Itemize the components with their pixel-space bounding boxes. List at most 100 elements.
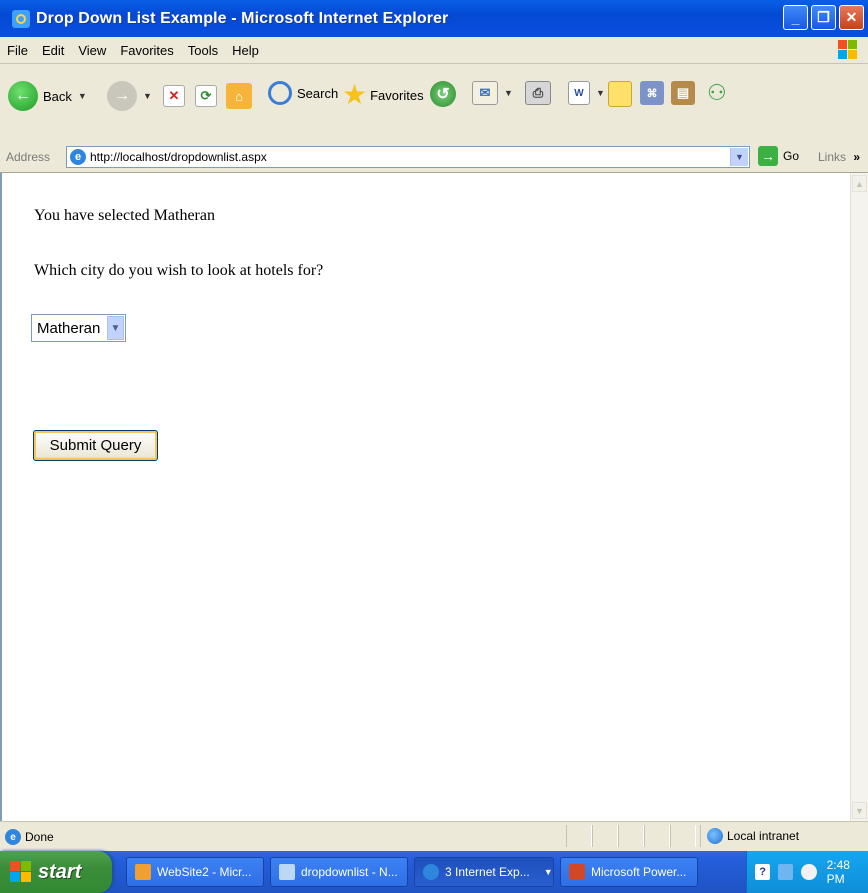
- search-label: Search: [297, 85, 339, 101]
- minimize-button[interactable]: _: [783, 5, 808, 30]
- chevron-down-icon: ▼: [143, 91, 152, 101]
- go-button[interactable]: → Go: [758, 146, 799, 166]
- history-button[interactable]: ↺: [430, 81, 456, 107]
- go-arrow-icon: →: [758, 146, 778, 166]
- mail-icon: ✉: [472, 81, 498, 105]
- refresh-icon: ⟳: [195, 85, 217, 107]
- submit-query-button[interactable]: Submit Query: [33, 430, 158, 461]
- chevron-down-icon: ▼: [543, 867, 553, 877]
- status-done-label: Done: [25, 830, 54, 844]
- address-label: Address: [6, 150, 51, 164]
- chevron-down-icon[interactable]: ▼: [730, 148, 748, 166]
- windows-flag-icon: [10, 861, 32, 883]
- start-button[interactable]: start: [0, 851, 112, 893]
- print-icon: ⎙: [525, 81, 551, 105]
- notepad-icon: [279, 864, 295, 880]
- ie-page-icon: e: [70, 149, 86, 165]
- window-title: Drop Down List Example - Microsoft Inter…: [36, 9, 449, 27]
- menu-bar: File Edit View Favorites Tools Help: [0, 37, 868, 64]
- selection-message: You have selected Matheran: [34, 207, 215, 224]
- messenger-button[interactable]: ⚇: [707, 81, 727, 105]
- task-label: 3 Internet Exp...: [445, 865, 530, 879]
- search-icon: [268, 81, 292, 105]
- windows-logo-icon: [838, 40, 858, 60]
- standard-toolbar: ← Back ▼ → ▼ ✕ ⟳ ⌂ Search ★ Favorites ↺ …: [0, 64, 868, 143]
- system-tray: ? 2:48 PM: [746, 851, 868, 893]
- taskbar-item-notepad[interactable]: dropdownlist - N...: [270, 857, 408, 887]
- close-icon: ✕: [845, 9, 858, 25]
- discuss-button[interactable]: [608, 81, 632, 107]
- page-content: You have selected Matheran Which city do…: [0, 173, 850, 821]
- city-dropdown-value: Matheran: [37, 319, 101, 337]
- word-edit-icon: W: [568, 81, 590, 105]
- chevron-down-icon: ▼: [77, 91, 87, 101]
- taskbar-item-website2[interactable]: WebSite2 - Micr...: [126, 857, 264, 887]
- links-button[interactable]: Links »: [818, 150, 860, 164]
- address-url[interactable]: http://localhost/dropdownlist.aspx: [90, 150, 267, 164]
- menu-file[interactable]: File: [0, 43, 35, 58]
- speaker-icon[interactable]: [801, 864, 817, 880]
- refresh-button[interactable]: ⟳: [195, 85, 217, 107]
- network-icon[interactable]: [778, 864, 794, 880]
- powerpoint-icon: [569, 864, 585, 880]
- edit-button[interactable]: W ▼: [568, 81, 605, 105]
- chevron-down-icon: ▼: [596, 88, 605, 98]
- chevron-down-icon: ▼: [504, 88, 513, 98]
- title-bar[interactable]: Drop Down List Example - Microsoft Inter…: [0, 0, 868, 37]
- status-bar: e Done Local intranet: [0, 821, 868, 851]
- home-button[interactable]: ⌂: [226, 83, 252, 109]
- start-label: start: [38, 860, 82, 883]
- back-arrow-icon: ←: [8, 81, 38, 111]
- chevron-down-icon[interactable]: ▼: [107, 316, 124, 340]
- home-icon: ⌂: [226, 83, 252, 109]
- minimize-icon: _: [791, 9, 800, 26]
- stop-button[interactable]: ✕: [163, 85, 185, 107]
- messenger-icon: ⚇: [707, 80, 727, 105]
- restore-icon: ❐: [817, 9, 830, 25]
- ie-window-icon[interactable]: [12, 9, 30, 28]
- mail-button[interactable]: ✉ ▼: [472, 81, 513, 105]
- scroll-up-icon[interactable]: ▲: [852, 175, 867, 192]
- menu-favorites[interactable]: Favorites: [113, 43, 180, 58]
- stop-icon: ✕: [163, 85, 185, 107]
- visual-studio-icon: [135, 864, 151, 880]
- clock[interactable]: 2:48 PM: [827, 858, 868, 886]
- menu-help[interactable]: Help: [225, 43, 266, 58]
- maximize-button[interactable]: ❐: [811, 5, 836, 30]
- forward-button[interactable]: → ▼: [107, 81, 152, 111]
- menu-tools[interactable]: Tools: [181, 43, 225, 58]
- print-button[interactable]: ⎙: [525, 81, 551, 105]
- task-label: WebSite2 - Micr...: [157, 865, 252, 879]
- scroll-down-icon[interactable]: ▼: [852, 802, 867, 819]
- security-zone: Local intranet: [700, 825, 799, 847]
- help-icon[interactable]: ?: [755, 864, 771, 880]
- forward-arrow-icon: →: [107, 81, 137, 111]
- task-label: dropdownlist - N...: [301, 865, 398, 879]
- menu-view[interactable]: View: [71, 43, 113, 58]
- search-button[interactable]: Search: [268, 81, 338, 105]
- favorites-label: Favorites: [370, 87, 424, 103]
- city-dropdown[interactable]: Matheran ▼: [31, 314, 126, 342]
- taskbar: start WebSite2 - Micr... dropdownlist - …: [0, 851, 868, 893]
- go-label: Go: [783, 149, 800, 163]
- research-button[interactable]: ⌘: [640, 81, 664, 105]
- zone-label: Local intranet: [727, 829, 800, 843]
- taskbar-item-powerpoint[interactable]: Microsoft Power...: [560, 857, 698, 887]
- links-chevron-icon: »: [853, 150, 861, 164]
- vertical-scrollbar[interactable]: ▲ ▼: [850, 173, 868, 821]
- history-icon: ↺: [430, 81, 456, 107]
- back-label: Back: [43, 88, 72, 104]
- media-button[interactable]: ▤: [671, 81, 695, 105]
- star-icon: ★: [342, 79, 368, 110]
- status-panes: [566, 825, 696, 847]
- ie-page-icon: e: [5, 829, 21, 845]
- ie-icon: [423, 864, 439, 880]
- close-button[interactable]: ✕: [839, 5, 864, 30]
- menu-edit[interactable]: Edit: [35, 43, 71, 58]
- status-text: e Done: [5, 829, 54, 845]
- taskbar-item-internet-explorer[interactable]: 3 Internet Exp... ▼: [414, 857, 554, 887]
- address-input[interactable]: e http://localhost/dropdownlist.aspx ▼: [66, 146, 750, 168]
- address-bar: Address e http://localhost/dropdownlist.…: [0, 142, 868, 173]
- favorites-button[interactable]: ★ Favorites: [342, 81, 424, 109]
- back-button[interactable]: ← Back ▼: [8, 81, 87, 111]
